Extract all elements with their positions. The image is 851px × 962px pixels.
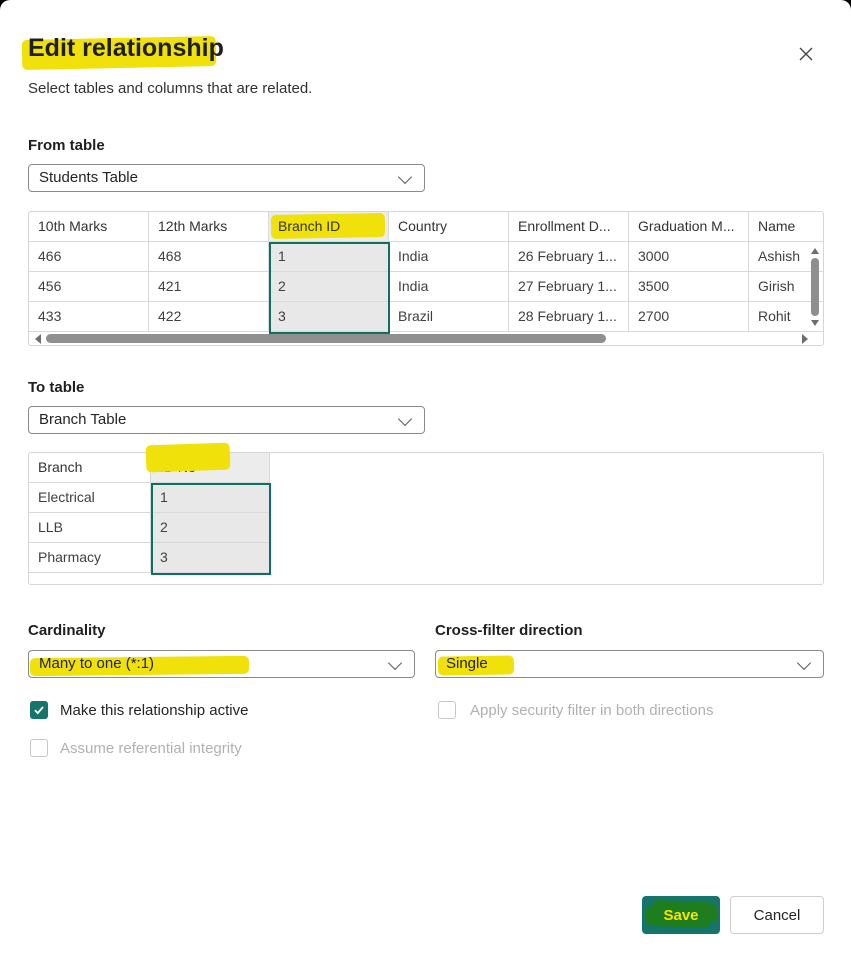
close-icon [797,45,815,63]
to-table-value: Branch Table [39,407,126,433]
cardinality-dropdown[interactable]: Many to one (*:1) [28,650,415,678]
highlight-id-no [146,443,231,473]
cardinality-label: Cardinality [28,622,106,639]
to-table-preview: Branch ID No Electrical 1 LLB 2 Pharmacy… [28,452,824,585]
vertical-scrollbar[interactable] [811,258,819,316]
scroll-up-icon[interactable] [811,248,819,254]
from-table-label: From table [28,137,105,154]
table-cell[interactable]: 433 [29,302,149,332]
table-cell[interactable]: 421 [149,272,269,302]
table-cell[interactable]: Brazil [389,302,509,332]
table-cell-selected[interactable]: 1 [269,242,389,272]
to-table-label: To table [28,379,84,396]
table-cell[interactable]: Electrical [29,483,151,513]
cross-filter-value: Single [446,651,488,677]
table-cell-selected[interactable]: 3 [151,543,270,573]
checkmark-icon [33,704,45,716]
empty-cell [270,543,823,573]
assume-referential-integrity-label: Assume referential integrity [60,740,242,757]
table-cell[interactable]: 27 February 1... [509,272,629,302]
empty-cell [270,513,823,543]
table-cell[interactable]: 28 February 1... [509,302,629,332]
cross-filter-label: Cross-filter direction [435,622,583,639]
table-cell[interactable]: 466 [29,242,149,272]
table-cell[interactable]: 3000 [629,242,749,272]
close-button[interactable] [792,40,820,68]
apply-security-filter-checkbox[interactable] [438,701,456,719]
cancel-button[interactable]: Cancel [730,896,824,934]
empty-cell [270,453,823,483]
from-table-dropdown[interactable]: Students Table [28,164,425,192]
chevron-down-icon [797,656,811,670]
cross-filter-dropdown[interactable]: Single [435,650,824,678]
scroll-left-icon[interactable] [35,334,41,344]
horizontal-scrollbar[interactable] [46,334,606,343]
scroll-right-icon[interactable] [802,334,808,344]
dialog-subtitle: Select tables and columns that are relat… [28,80,312,97]
table-cell-selected[interactable]: 3 [269,302,389,332]
column-header[interactable]: Enrollment D... [509,212,629,242]
table-cell[interactable]: 26 February 1... [509,242,629,272]
table-cell[interactable]: Pharmacy [29,543,151,573]
table-cell[interactable]: 456 [29,272,149,302]
edit-relationship-dialog: Edit relationship Select tables and colu… [0,0,851,962]
save-button[interactable]: Save [642,896,720,934]
table-cell-selected[interactable]: 2 [269,272,389,302]
from-table-value: Students Table [39,165,138,191]
table-cell-selected[interactable]: 1 [151,483,270,513]
column-header[interactable]: Graduation M... [629,212,749,242]
column-header[interactable]: Country [389,212,509,242]
chevron-down-icon [398,170,412,184]
table-cell[interactable]: 422 [149,302,269,332]
column-header[interactable]: Name [749,212,823,242]
from-table-preview: 10th Marks 12th Marks Branch ID Country … [28,211,824,346]
scroll-down-icon[interactable] [811,320,819,326]
chevron-down-icon [398,412,412,426]
apply-security-filter-label: Apply security filter in both directions [470,702,713,719]
table-cell[interactable]: 2700 [629,302,749,332]
make-relationship-active-checkbox[interactable] [30,701,48,719]
table-cell[interactable]: 468 [149,242,269,272]
table-cell[interactable]: India [389,272,509,302]
table-cell[interactable]: 3500 [629,272,749,302]
empty-cell [270,483,823,513]
to-table-dropdown[interactable]: Branch Table [28,406,425,434]
column-header[interactable]: Branch [29,453,151,483]
make-relationship-active-label: Make this relationship active [60,702,248,719]
column-header[interactable]: 10th Marks [29,212,149,242]
chevron-down-icon [388,656,402,670]
page-title: Edit relationship [28,34,224,63]
table-cell-selected[interactable]: 2 [151,513,270,543]
table-cell[interactable]: India [389,242,509,272]
column-header[interactable]: 12th Marks [149,212,269,242]
table-cell[interactable]: LLB [29,513,151,543]
assume-referential-integrity-checkbox[interactable] [30,739,48,757]
cardinality-value: Many to one (*:1) [39,651,154,677]
